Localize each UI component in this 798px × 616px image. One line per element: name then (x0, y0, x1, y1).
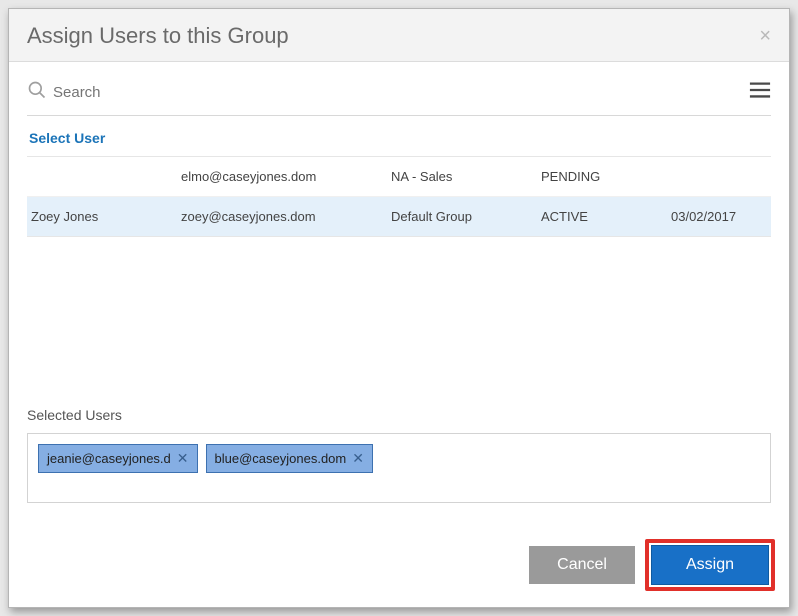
cell-status: ACTIVE (541, 209, 671, 224)
chip-label: blue@caseyjones.dom (215, 451, 347, 466)
remove-chip-icon[interactable]: ✕ (352, 450, 364, 467)
selected-users-box[interactable]: jeanie@caseyjones.d ✕ blue@caseyjones.do… (27, 433, 771, 503)
chip-label: jeanie@caseyjones.d (47, 451, 171, 466)
cell-email: zoey@caseyjones.dom (181, 209, 391, 224)
cell-email: elmo@caseyjones.dom (181, 169, 391, 184)
cell-status: PENDING (541, 169, 671, 184)
dialog-content: Select User elmo@caseyjones.dom NA - Sal… (9, 62, 789, 525)
cell-group: NA - Sales (391, 169, 541, 184)
assign-users-dialog: Assign Users to this Group × Select User… (8, 8, 790, 608)
table-row[interactable]: elmo@caseyjones.dom NA - Sales PENDING (27, 157, 771, 197)
cell-date (671, 169, 781, 184)
selected-users-label: Selected Users (27, 407, 771, 423)
cell-group: Default Group (391, 209, 541, 224)
assign-button[interactable]: Assign (651, 545, 769, 585)
search-wrap (27, 80, 749, 105)
cancel-button[interactable]: Cancel (529, 546, 635, 584)
selected-users-block: Selected Users jeanie@caseyjones.d ✕ blu… (27, 407, 771, 503)
cell-date: 03/02/2017 (671, 209, 781, 224)
close-icon[interactable]: × (759, 25, 771, 48)
dialog-title: Assign Users to this Group (27, 23, 289, 49)
table-row[interactable]: Zoey Jones zoey@caseyjones.dom Default G… (27, 197, 771, 236)
user-chip: jeanie@caseyjones.d ✕ (38, 444, 198, 473)
hamburger-icon[interactable] (749, 81, 771, 104)
user-chip: blue@caseyjones.dom ✕ (206, 444, 373, 473)
search-row (27, 80, 771, 105)
cell-name: Zoey Jones (31, 209, 181, 224)
remove-chip-icon[interactable]: ✕ (177, 450, 189, 467)
cell-name (31, 169, 181, 184)
user-table: elmo@caseyjones.dom NA - Sales PENDING Z… (27, 156, 771, 237)
select-user-header[interactable]: Select User (27, 130, 771, 156)
divider (27, 115, 771, 116)
search-icon (27, 80, 47, 105)
search-input[interactable] (53, 84, 749, 101)
assign-button-highlight: Assign (645, 539, 775, 591)
dialog-header: Assign Users to this Group × (9, 9, 789, 62)
dialog-footer: Cancel Assign (9, 525, 789, 607)
